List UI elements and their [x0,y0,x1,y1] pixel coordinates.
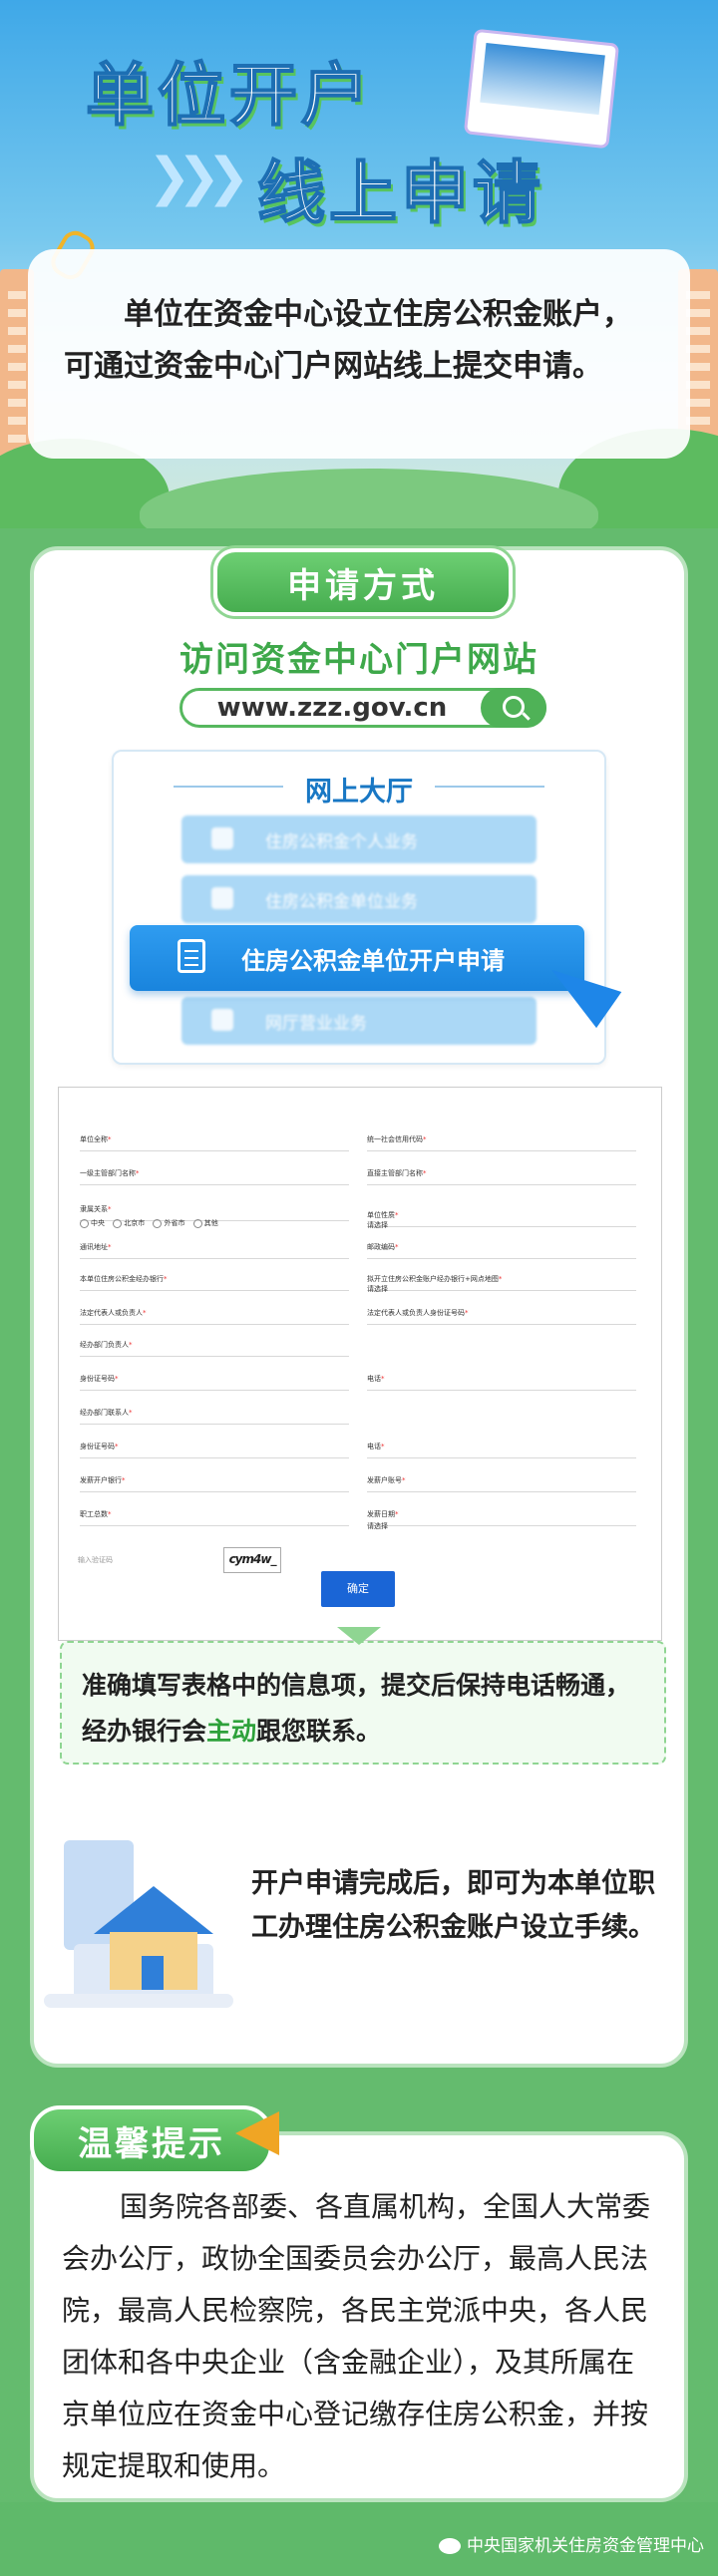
form-field[interactable]: 发薪日期* [367,1509,632,1526]
form-field[interactable]: 单位性质* [367,1210,632,1227]
captcha-image[interactable]: cym4w_ [223,1547,281,1573]
form-field[interactable]: 通讯地址* [80,1242,345,1259]
form-field[interactable]: 身份证号码* [80,1442,346,1458]
hero-title-line2: 线上申请 [256,154,545,234]
chevrons-icon: ❯❯❯ [148,148,250,207]
menu-item-label: 住房公积金单位开户申请 [241,947,505,975]
radio-group[interactable]: 中央 北京市 外省市 其他 [80,1218,218,1228]
hall-menu-item[interactable]: 网厅营业业务 [181,997,537,1045]
form-field[interactable]: 法定代表人或负责人身份证号码* [367,1308,635,1325]
form-field[interactable]: 职工总数* [80,1509,345,1526]
form-field[interactable]: 发薪开户银行* [80,1475,347,1492]
select-placeholder[interactable]: 请选择 [367,1220,388,1230]
form-field[interactable]: 身份证号码* [80,1374,346,1391]
url-bar[interactable]: www.zzz.gov.cn [180,688,546,728]
footer-source: 中央国家机关住房资金管理中心 [439,2531,704,2556]
building-icon [211,887,233,909]
online-hall-card: 网上大厅 住房公积金个人业务 住房公积金单位业务 网厅营业业务 [112,750,606,1065]
submit-button[interactable]: 确定 [321,1571,395,1607]
form-field[interactable]: 统一社会信用代码* [367,1134,634,1151]
method-badge: 申请方式 [213,548,513,616]
form-field[interactable]: 电话* [367,1442,629,1458]
form-field[interactable]: 发薪户账号* [367,1475,633,1492]
hero-title-line1: 单位开户 [85,56,374,137]
intro-text: 单位在资金中心设立住房公积金账户，可通过资金中心门户网站线上提交申请。 [28,249,690,459]
hall-menu-item-account-opening[interactable]: 住房公积金单位开户申请 [130,925,584,991]
url-text: www.zzz.gov.cn [216,693,448,723]
form-field[interactable]: 邮政编码* [367,1242,632,1259]
form-field[interactable]: 经办部门联系人* [80,1408,347,1425]
form-field[interactable]: 直接主管部门名称* [367,1168,634,1185]
foliage-decoration [140,469,598,528]
instruction-note: 准确填写表格中的信息项，提交后保持电话畅通，经办银行会主动跟您联系。 [60,1641,666,1765]
form-field[interactable]: 本单位住房公积金经办银行* [80,1274,348,1291]
search-icon [503,696,525,718]
form-field[interactable]: 单位全称* [80,1134,345,1151]
form-field[interactable]: 法定代表人或负责人* [80,1308,347,1325]
hall-menu-item[interactable]: 住房公积金个人业务 [181,815,537,863]
tips-text: 国务院各部委、各直属机构，全国人大常委会办公厅，政协全国委员会办公厅，最高人民法… [62,2190,651,2482]
captcha-input[interactable]: 输入验证码 [78,1555,197,1565]
home-icon [211,1009,233,1031]
form-field[interactable]: 一级主管部门名称* [80,1168,347,1185]
result-text: 开户申请完成后，即可为本单位职工办理住房公积金账户设立手续。 [251,1868,655,1943]
user-icon [211,827,233,849]
select-placeholder[interactable]: 请选择 [367,1284,388,1294]
wechat-icon [439,2538,461,2554]
select-placeholder[interactable]: 请选择 [367,1521,388,1531]
search-button[interactable] [481,688,546,728]
form-field[interactable]: 电话* [367,1374,629,1391]
megaphone-icon [235,2111,279,2155]
method-heading: 访问资金中心门户网站 [180,640,538,680]
house-illustration [44,1840,233,2016]
form-field[interactable]: 经办部门负责人* [80,1340,347,1357]
monitor-illustration [463,28,620,150]
highlight-text: 主动 [206,1717,257,1746]
form-field[interactable]: 拟开立住房公积金账户经办银行+网点地图* [367,1274,637,1291]
form-field[interactable]: 隶属关系* [80,1204,345,1221]
divider [435,786,544,788]
document-icon [178,939,205,973]
hall-menu-item[interactable]: 住房公积金单位业务 [181,875,537,923]
hall-title: 网上大厅 [305,777,413,807]
chevron-down-icon [337,1627,381,1645]
